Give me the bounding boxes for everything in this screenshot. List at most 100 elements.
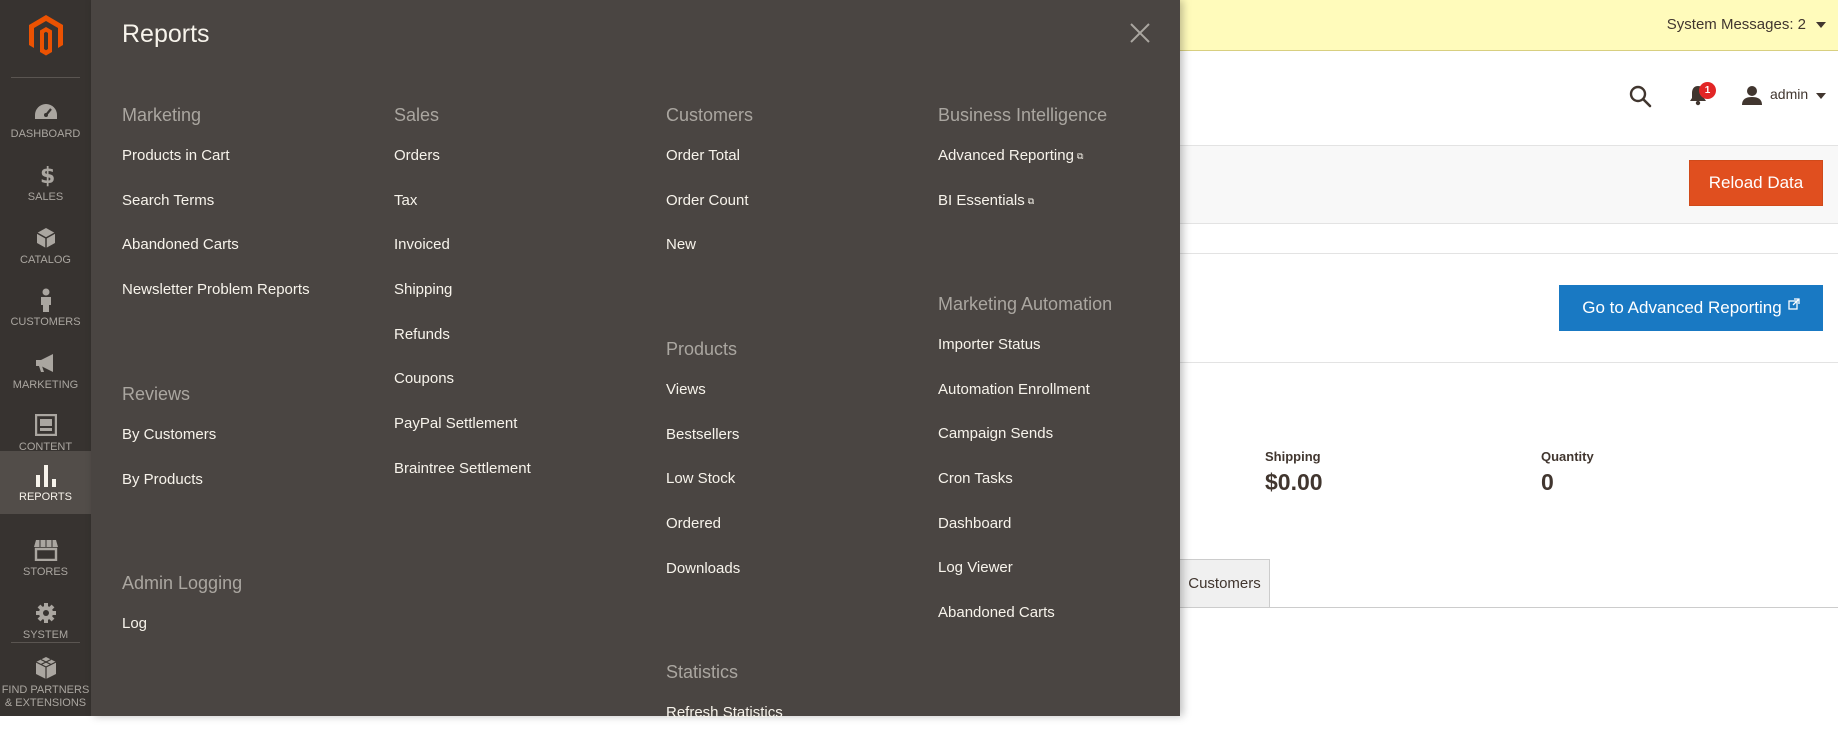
nav-item-dashboard[interactable]: DASHBOARD bbox=[0, 88, 91, 151]
nav-item-stores[interactable]: STORES bbox=[0, 526, 91, 589]
tab-divider bbox=[1270, 607, 1838, 608]
menu-item-paypal-settlement[interactable]: PayPal Settlement bbox=[394, 414, 531, 459]
menu-item-label: Advanced Reporting bbox=[938, 147, 1074, 164]
section-title: Statistics bbox=[666, 662, 739, 682]
section-title: Products bbox=[666, 339, 738, 359]
menu-item-search-terms[interactable]: Search Terms bbox=[122, 191, 310, 236]
nav-label: CUSTOMERS bbox=[10, 315, 81, 328]
menu-item-views[interactable]: Views bbox=[666, 380, 740, 425]
box-icon bbox=[33, 225, 59, 251]
dashboard-icon bbox=[33, 99, 59, 125]
divider bbox=[11, 77, 80, 78]
person-icon bbox=[33, 287, 59, 313]
external-link-icon bbox=[1788, 298, 1800, 310]
menu-item-downloads[interactable]: Downloads bbox=[666, 559, 740, 604]
menu-item-refunds[interactable]: Refunds bbox=[394, 325, 531, 370]
section-title: Business Intelligence bbox=[938, 105, 1108, 125]
section-reviews: Reviews By Customers By Products bbox=[122, 380, 216, 514]
menu-item-refresh-statistics[interactable]: Refresh Statistics bbox=[666, 703, 783, 748]
nav-item-find-partners[interactable]: FIND PARTNERS & EXTENSIONS bbox=[0, 648, 91, 716]
menu-item-coupons[interactable]: Coupons bbox=[394, 369, 531, 414]
external-link-icon: ⧉ bbox=[1076, 151, 1084, 161]
chevron-down-icon[interactable] bbox=[1816, 93, 1826, 99]
section-title: Reviews bbox=[122, 384, 191, 404]
section-title: Customers bbox=[666, 105, 754, 125]
close-icon[interactable] bbox=[1129, 22, 1151, 44]
nav-label: MARKETING bbox=[12, 378, 79, 391]
menu-item-abandoned-carts[interactable]: Abandoned Carts bbox=[122, 235, 310, 280]
section-title: Sales bbox=[394, 105, 440, 125]
menu-item-order-total[interactable]: Order Total bbox=[666, 146, 753, 191]
divider bbox=[1180, 362, 1838, 363]
menu-item-log-viewer[interactable]: Log Viewer bbox=[938, 558, 1112, 603]
menu-item-automation-enrollment[interactable]: Automation Enrollment bbox=[938, 380, 1112, 425]
menu-item-label: BI Essentials bbox=[938, 191, 1025, 209]
nav-label: CATALOG bbox=[20, 253, 71, 266]
menu-item-new[interactable]: New bbox=[666, 235, 753, 280]
menu-item-by-products[interactable]: By Products bbox=[122, 470, 216, 515]
section-business-intelligence: Business Intelligence Advanced Reporting… bbox=[938, 101, 1107, 235]
menu-item-bestsellers[interactable]: Bestsellers bbox=[666, 425, 740, 470]
nav-item-sales[interactable]: $ SALES bbox=[0, 151, 91, 214]
megaphone-icon bbox=[33, 350, 59, 376]
user-icon[interactable] bbox=[1742, 85, 1762, 110]
section-marketing-automation: Marketing Automation Importer Status Aut… bbox=[938, 290, 1112, 648]
menu-item-shipping[interactable]: Shipping bbox=[394, 280, 531, 325]
system-messages-bar[interactable]: System Messages: 2 bbox=[1180, 0, 1838, 51]
menu-item-dashboard[interactable]: Dashboard bbox=[938, 514, 1112, 559]
nav-item-marketing[interactable]: MARKETING bbox=[0, 339, 91, 402]
menu-item-cron-tasks[interactable]: Cron Tasks bbox=[938, 469, 1112, 514]
quantity-value: 0 bbox=[1541, 469, 1554, 495]
menu-item-campaign-sends[interactable]: Campaign Sends bbox=[938, 424, 1112, 469]
menu-item-invoiced[interactable]: Invoiced bbox=[394, 235, 531, 280]
section-marketing: Marketing Products in Cart Search Terms … bbox=[122, 101, 310, 325]
nav-label: REPORTS bbox=[19, 490, 72, 503]
menu-item-importer-status[interactable]: Importer Status bbox=[938, 335, 1112, 380]
external-link-icon: ⧉ bbox=[1027, 195, 1035, 206]
menu-item-order-count[interactable]: Order Count bbox=[666, 191, 753, 236]
nav-item-catalog[interactable]: CATALOG bbox=[0, 214, 91, 277]
system-messages-text[interactable]: System Messages: 2 bbox=[1667, 16, 1806, 33]
nav-label: STORES bbox=[22, 565, 69, 578]
bar-chart-icon bbox=[33, 462, 59, 488]
user-menu[interactable]: admin bbox=[1770, 86, 1808, 102]
nav-item-customers[interactable]: CUSTOMERS bbox=[0, 276, 91, 339]
menu-item-newsletter-problem-reports[interactable]: Newsletter Problem Reports bbox=[122, 280, 310, 325]
nav-label: DASHBOARD bbox=[10, 127, 81, 140]
menu-item-low-stock[interactable]: Low Stock bbox=[666, 469, 740, 514]
magento-logo[interactable] bbox=[0, 0, 91, 70]
tab-customers[interactable]: Customers bbox=[1180, 559, 1270, 608]
quantity-label: Quantity bbox=[1541, 449, 1594, 464]
menu-item-braintree-settlement[interactable]: Braintree Settlement bbox=[394, 459, 531, 504]
content-icon bbox=[33, 412, 59, 438]
chevron-down-icon[interactable] bbox=[1816, 22, 1826, 28]
menu-item-ordered[interactable]: Ordered bbox=[666, 514, 740, 559]
menu-item-log[interactable]: Log bbox=[122, 614, 242, 659]
menu-item-by-customers[interactable]: By Customers bbox=[122, 425, 216, 470]
menu-item-products-in-cart[interactable]: Products in Cart bbox=[122, 146, 310, 191]
nav-label: FIND PARTNERS & EXTENSIONS bbox=[1, 683, 90, 709]
store-icon bbox=[33, 537, 59, 563]
nav-item-reports[interactable]: REPORTS bbox=[0, 451, 91, 514]
section-sales: Sales Orders Tax Invoiced Shipping Refun… bbox=[394, 101, 531, 504]
cubes-icon bbox=[33, 655, 59, 681]
gear-icon bbox=[33, 600, 59, 626]
section-title: Marketing bbox=[122, 105, 202, 125]
section-statistics: Statistics Refresh Statistics bbox=[666, 658, 783, 748]
divider bbox=[11, 642, 80, 643]
dollar-icon: $ bbox=[33, 162, 59, 188]
menu-item-bi-essentials[interactable]: BI Essentials ⧉ bbox=[938, 191, 1107, 236]
menu-item-orders[interactable]: Orders bbox=[394, 146, 531, 191]
divider bbox=[1180, 253, 1838, 254]
search-icon[interactable] bbox=[1628, 84, 1652, 113]
section-title: Marketing Automation bbox=[938, 294, 1113, 314]
section-title: Admin Logging bbox=[122, 573, 243, 593]
menu-item-abandoned-carts-automation[interactable]: Abandoned Carts bbox=[938, 603, 1112, 648]
panel-title: Reports bbox=[122, 20, 210, 48]
advanced-reporting-label: Go to Advanced Reporting bbox=[1582, 298, 1782, 317]
menu-item-tax[interactable]: Tax bbox=[394, 191, 531, 236]
menu-item-advanced-reporting[interactable]: Advanced Reporting ⧉ bbox=[938, 146, 1107, 191]
admin-sidebar: DASHBOARD $ SALES CATALOG CUSTOMERS MARK… bbox=[0, 0, 91, 716]
reload-data-button[interactable]: Reload Data bbox=[1689, 160, 1823, 206]
advanced-reporting-button[interactable]: Go to Advanced Reporting bbox=[1559, 285, 1823, 331]
